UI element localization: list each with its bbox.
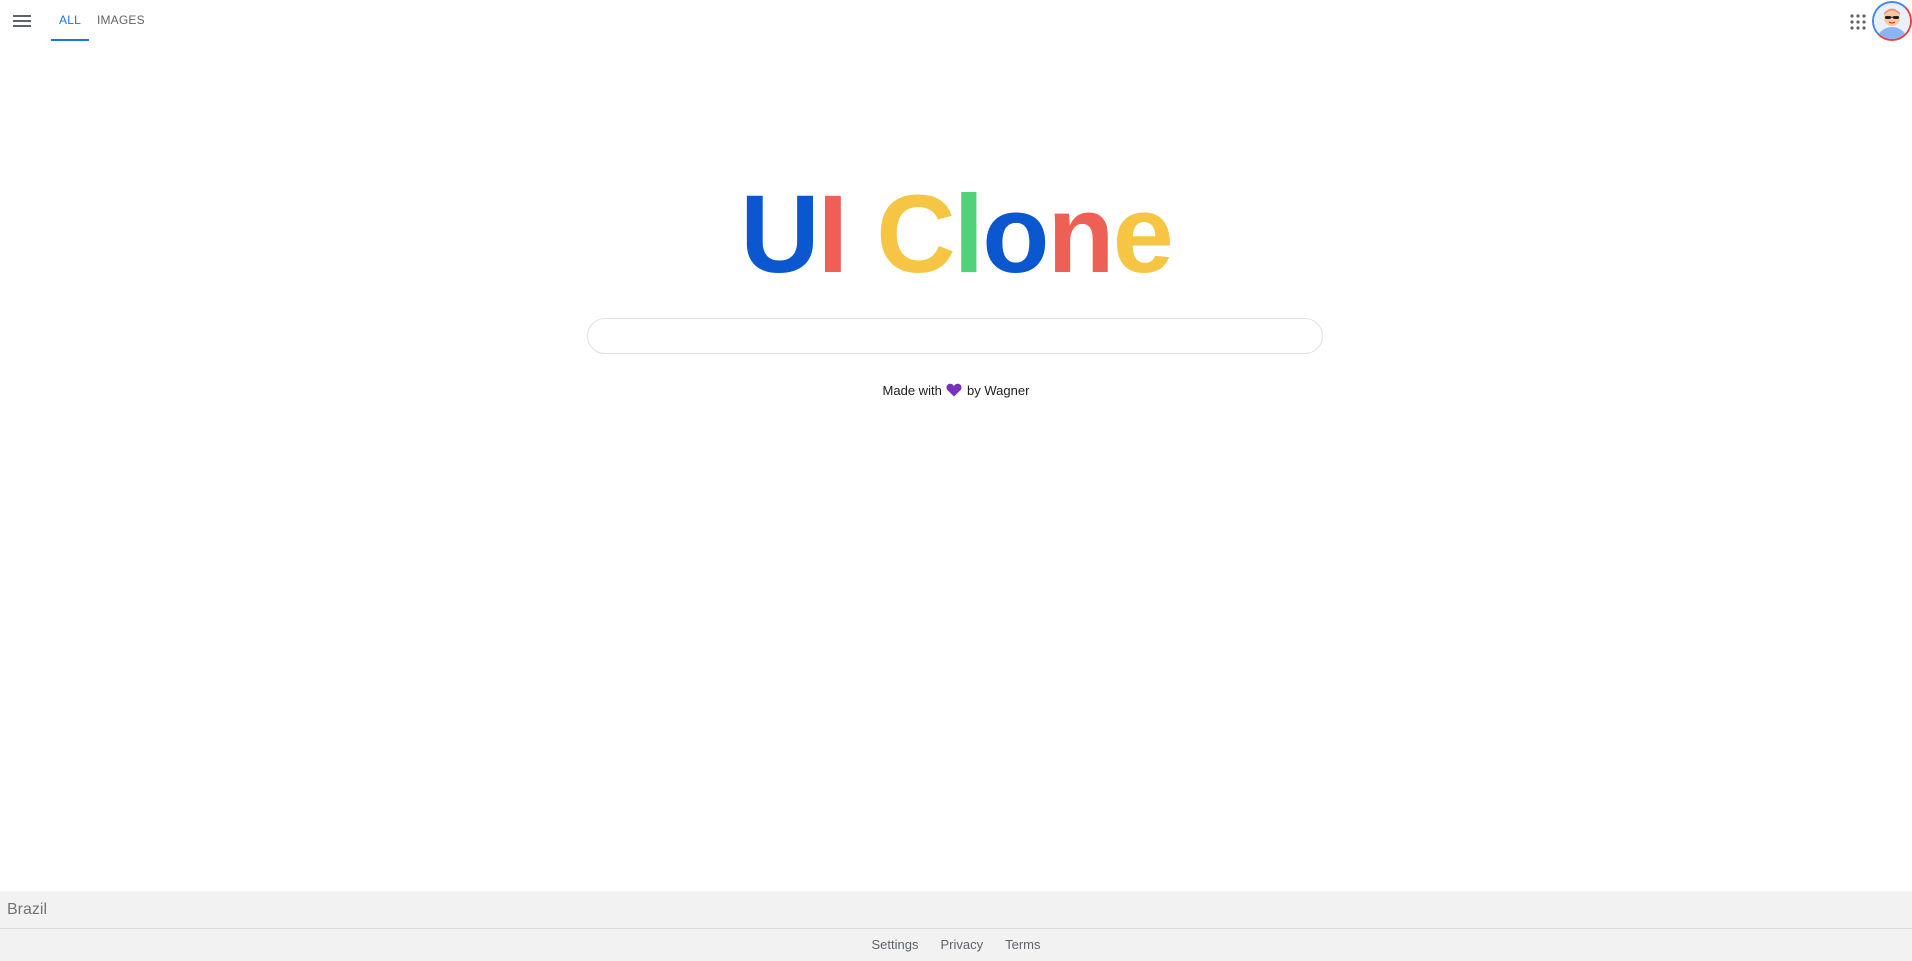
logo: UI Clone: [0, 170, 1912, 300]
logo-letter-e: e: [1112, 173, 1174, 296]
tab-all[interactable]: ALL: [51, 0, 89, 41]
logo-letter-l: l: [953, 173, 985, 296]
top-bar: ALL IMAGES: [0, 0, 1912, 42]
search-tabs: ALL IMAGES: [51, 0, 153, 42]
footer-link-privacy[interactable]: Privacy: [940, 937, 983, 952]
logo-letter-n: n: [1047, 173, 1114, 296]
footer-link-terms[interactable]: Terms: [1005, 937, 1040, 952]
credit-prefix: Made with: [882, 383, 942, 398]
footer-link-settings[interactable]: Settings: [872, 937, 919, 952]
credit-suffix: by Wagner: [967, 383, 1030, 398]
footer-country: Brazil: [0, 891, 1912, 929]
footer-links: Settings Privacy Terms: [0, 929, 1912, 960]
search-bar: [587, 318, 1323, 354]
credit-line: Made with by Wagner: [0, 383, 1912, 400]
avatar[interactable]: [1872, 1, 1912, 41]
logo-letter-c: C: [876, 173, 955, 296]
tab-images[interactable]: IMAGES: [89, 0, 153, 41]
search-input[interactable]: [588, 319, 1322, 353]
logo-letter-u: U: [740, 173, 819, 296]
hamburger-menu-icon[interactable]: [13, 14, 31, 28]
apps-grid-icon[interactable]: [1850, 14, 1866, 30]
avatar-image: [1874, 3, 1910, 39]
purple-heart-icon: [946, 383, 962, 400]
footer: Brazil Settings Privacy Terms: [0, 891, 1912, 961]
logo-letter-i: I: [817, 173, 849, 296]
logo-letter-o: o: [982, 173, 1049, 296]
